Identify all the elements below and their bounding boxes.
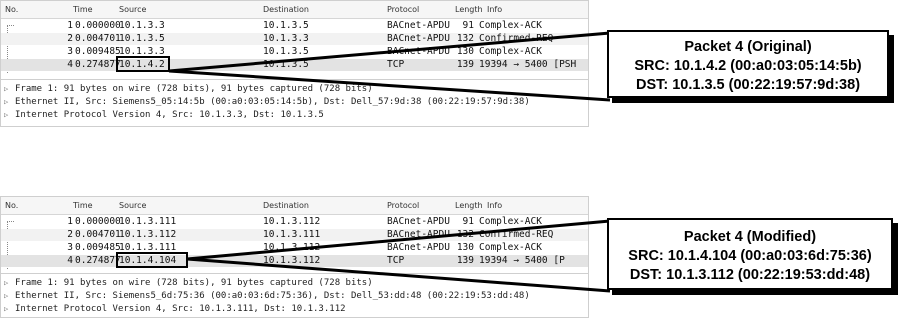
annotation-modified: Packet 4 (Modified) SRC: 10.1.4.104 (00:… — [607, 218, 893, 290]
annotation-dst: DST: 10.1.3.5 (00:22:19:57:9d:38) — [635, 77, 861, 93]
annotation-original: Packet 4 (Original) SRC: 10.1.4.2 (00:a0… — [607, 30, 889, 98]
annotation-dst: DST: 10.1.3.112 (00:22:19:53:dd:48) — [629, 267, 871, 283]
annotation-title: Packet 4 (Original) — [684, 39, 812, 55]
callout-line — [186, 257, 611, 293]
annotation-src: SRC: 10.1.4.2 (00:a0:03:05:14:5b) — [634, 58, 862, 74]
callout-line — [168, 31, 611, 73]
callout-line — [186, 219, 611, 261]
callout-line — [168, 69, 611, 102]
annotation-src: SRC: 10.1.4.104 (00:a0:03:6d:75:36) — [628, 248, 872, 264]
source-highlight-box — [116, 56, 170, 72]
source-highlight-box — [116, 252, 188, 268]
annotation-title: Packet 4 (Modified) — [683, 229, 817, 245]
